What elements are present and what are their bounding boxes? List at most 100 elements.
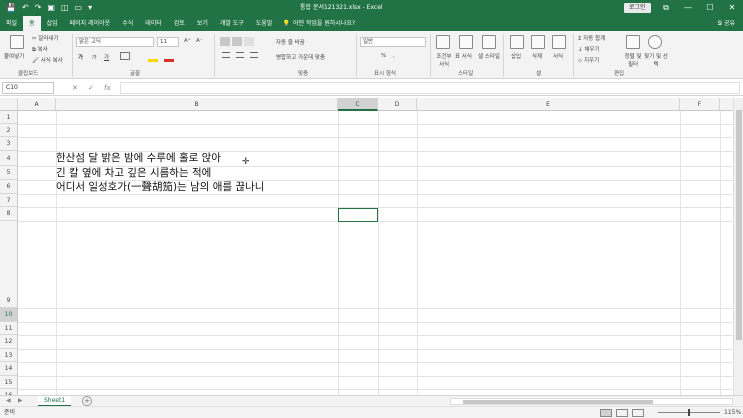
delete-cells-button[interactable]: 삭제 xyxy=(532,52,542,60)
row-header-5[interactable]: 5 xyxy=(0,166,18,180)
row-header-13[interactable]: 13 xyxy=(0,349,18,362)
sheet-prev-icon[interactable]: ◀ xyxy=(6,396,11,406)
cell-b6[interactable]: 어디서 일성호가(一聲胡笳)는 남의 애를 끊나니 xyxy=(56,181,264,194)
format-as-table-icon[interactable] xyxy=(459,35,473,49)
align-left-icon[interactable] xyxy=(222,52,230,58)
delete-cells-icon[interactable] xyxy=(531,35,545,49)
align-right-icon[interactable] xyxy=(250,52,258,58)
format-painter-button[interactable]: 🖌 서식 복사 xyxy=(32,56,63,64)
insert-cells-icon[interactable] xyxy=(510,35,524,49)
font-color-icon[interactable] xyxy=(164,59,174,62)
cut-button[interactable]: ✂ 잘라내기 xyxy=(32,34,59,42)
italic-button[interactable]: 가 xyxy=(91,53,96,61)
form-icon[interactable]: ▭ xyxy=(75,0,83,16)
align-bottom-icon[interactable] xyxy=(244,37,254,46)
find-select-icon[interactable] xyxy=(648,35,662,49)
cell-b5[interactable]: 긴 칼 옆에 차고 깊은 시름하는 적에 xyxy=(56,167,211,180)
tab-formulas[interactable]: 수식 xyxy=(116,16,139,31)
insert-cells-button[interactable]: 삽입 xyxy=(511,52,521,60)
clear-button[interactable]: ◇ 지우기 xyxy=(578,56,599,64)
camera-icon[interactable]: ▣ xyxy=(47,0,55,16)
copy-button[interactable]: ⧉ 복사 xyxy=(32,45,48,54)
row-header-11[interactable]: 11 xyxy=(0,322,18,335)
find-select-button[interactable]: 찾기 및 선택 xyxy=(644,52,668,68)
vertical-scrollbar[interactable] xyxy=(733,98,743,395)
cell-b4[interactable]: 한산섬 달 밝은 밤에 수루에 홀로 앉아 xyxy=(56,152,221,165)
number-format-select[interactable]: 일반 xyxy=(360,37,426,47)
cell-styles-icon[interactable] xyxy=(482,35,496,49)
column-header-c[interactable]: C xyxy=(338,98,378,111)
close-icon[interactable]: ✕ xyxy=(721,0,743,16)
row-header-4[interactable]: 4 xyxy=(0,151,18,166)
zoom-slider-knob[interactable] xyxy=(688,409,690,416)
bold-button[interactable]: 가 xyxy=(78,53,83,61)
tab-insert[interactable]: 삽입 xyxy=(41,16,64,31)
row-header-7[interactable]: 7 xyxy=(0,194,18,207)
align-middle-icon[interactable] xyxy=(232,37,242,46)
fill-button[interactable]: ↓ 채우기 xyxy=(578,45,600,53)
row-header-10[interactable]: 10 xyxy=(0,308,18,322)
column-header-e[interactable]: E xyxy=(417,98,680,111)
name-box[interactable]: C10 xyxy=(2,82,54,94)
align-top-icon[interactable] xyxy=(220,37,230,46)
tab-view[interactable]: 보기 xyxy=(191,16,214,31)
add-sheet-icon[interactable]: + xyxy=(82,396,92,406)
column-header-d[interactable]: D xyxy=(378,98,417,111)
vertical-scroll-thumb[interactable] xyxy=(736,110,742,340)
redo-icon[interactable]: ↷ xyxy=(35,0,42,16)
select-all-corner[interactable] xyxy=(0,98,18,111)
ribbon-display-options-icon[interactable]: ⧉ xyxy=(655,0,677,16)
login-button[interactable]: 로그인 xyxy=(624,3,651,13)
enter-icon[interactable]: ✓ xyxy=(88,82,94,94)
percent-button[interactable]: % xyxy=(381,53,386,59)
autosum-button[interactable]: Σ 자동 합계 xyxy=(578,34,605,42)
row-header-1[interactable]: 1 xyxy=(0,111,18,124)
format-cells-icon[interactable] xyxy=(552,35,566,49)
wrap-text-button[interactable]: 자동 줄 바꿈 xyxy=(276,38,305,46)
row-header-14[interactable]: 14 xyxy=(0,362,18,376)
tab-developer[interactable]: 개발 도구 xyxy=(214,16,250,31)
selected-cell-c10[interactable] xyxy=(338,208,378,222)
tab-home[interactable]: 홈 xyxy=(23,16,41,31)
share-button[interactable]: Ջ 공유 xyxy=(717,16,735,31)
grow-font-button[interactable]: A⁺ xyxy=(184,38,191,44)
cell-styles-button[interactable]: 셀 스타일 xyxy=(478,52,500,60)
column-header-a[interactable]: A xyxy=(18,98,56,111)
normal-view-icon[interactable] xyxy=(600,409,612,417)
shrink-font-button[interactable]: A⁻ xyxy=(196,38,203,44)
layout-icon[interactable]: ◫ xyxy=(61,0,69,16)
row-header-12[interactable]: 12 xyxy=(0,335,18,349)
row-header-2[interactable]: 2 xyxy=(0,124,18,137)
customize-qat-icon[interactable]: ▾ xyxy=(88,0,92,16)
page-break-view-icon[interactable] xyxy=(632,409,644,417)
tab-file[interactable]: 파일 xyxy=(0,16,23,31)
formula-input[interactable] xyxy=(120,82,740,94)
cancel-icon[interactable]: ✕ xyxy=(72,82,78,94)
font-size-select[interactable]: 11 xyxy=(157,37,179,47)
conditional-format-icon[interactable] xyxy=(436,35,450,49)
paste-button[interactable]: 붙여넣기 xyxy=(4,52,24,60)
tab-data[interactable]: 데이터 xyxy=(139,16,168,31)
maximize-icon[interactable]: ☐ xyxy=(699,0,721,16)
zoom-level[interactable]: 115% xyxy=(724,407,741,418)
sort-filter-button[interactable]: 정렬 및 필터 xyxy=(622,52,644,68)
sort-filter-icon[interactable] xyxy=(626,35,640,49)
tab-review[interactable]: 검토 xyxy=(168,16,191,31)
align-center-icon[interactable] xyxy=(236,52,244,58)
row-header-15[interactable]: 15 xyxy=(0,376,18,389)
paste-icon[interactable] xyxy=(10,35,24,49)
save-icon[interactable]: 💾 xyxy=(6,0,16,16)
font-name-select[interactable]: 맑은 고딕 xyxy=(76,37,154,47)
horizontal-scroll-thumb[interactable] xyxy=(463,400,653,404)
minimize-icon[interactable]: — xyxy=(677,0,699,16)
comma-button[interactable]: , xyxy=(393,53,395,59)
tab-help[interactable]: 도움말 xyxy=(250,16,279,31)
merge-center-button[interactable]: 병합하고 가운데 맞춤 xyxy=(276,53,325,61)
row-header-3[interactable]: 3 xyxy=(0,137,18,151)
column-header-b[interactable]: B xyxy=(56,98,338,111)
row-header-9[interactable]: 9 xyxy=(0,221,18,308)
undo-icon[interactable]: ↶ xyxy=(22,0,29,16)
underline-button[interactable]: 가 xyxy=(104,53,109,61)
sheet-next-icon[interactable]: ▶ xyxy=(18,396,23,406)
format-as-table-button[interactable]: 표 서식 xyxy=(455,52,472,60)
